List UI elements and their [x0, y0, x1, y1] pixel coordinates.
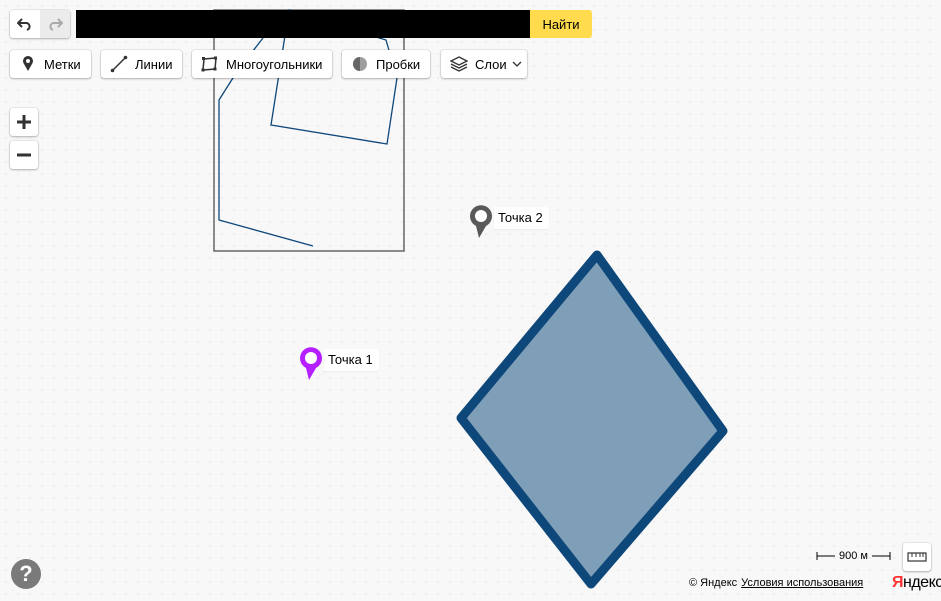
- polygons-tool-label: Многоугольники: [226, 56, 323, 72]
- traffic-tool-label: Пробки: [376, 56, 421, 72]
- scale-right-tick-icon: [871, 552, 891, 560]
- layers-tool-label: Слои: [475, 56, 507, 72]
- placemark-icon: [18, 54, 38, 74]
- redo-button[interactable]: [40, 10, 70, 38]
- lines-tool-button[interactable]: Линии: [101, 50, 182, 78]
- undo-button[interactable]: [10, 10, 40, 38]
- zoom-in-button[interactable]: [10, 108, 38, 136]
- placemarks-tool-label: Метки: [44, 56, 81, 72]
- chevron-down-icon: [512, 61, 522, 67]
- redo-arrow-icon: [49, 18, 63, 31]
- undo-redo-group: [10, 10, 70, 38]
- search-input[interactable]: [76, 10, 530, 38]
- layers-tool-button[interactable]: Слои: [441, 50, 527, 78]
- ruler-button[interactable]: [903, 543, 931, 571]
- logo-first-letter: Я: [892, 574, 904, 591]
- layers-icon: [449, 54, 469, 74]
- scale-label: 900 м: [839, 550, 868, 562]
- copyright-text: © Яндекс: [689, 577, 738, 589]
- line-icon: [109, 54, 129, 74]
- polygon-icon: [200, 54, 220, 74]
- logo-rest: ндекс: [903, 574, 941, 591]
- scale-bar: 900 м: [816, 550, 891, 562]
- traffic-icon: [350, 54, 370, 74]
- plus-icon: [17, 115, 31, 129]
- help-button[interactable]: ?: [11, 559, 41, 589]
- zoom-out-button[interactable]: [10, 141, 38, 169]
- map-rectangle[interactable]: [213, 9, 405, 252]
- placemark-2-label[interactable]: Точка 2: [494, 207, 549, 229]
- copyright-notice: © Яндекс Условия использования: [689, 577, 863, 589]
- placemark-1-label[interactable]: Точка 1: [324, 349, 379, 371]
- terms-link[interactable]: Условия использования: [741, 577, 863, 589]
- traffic-tool-button[interactable]: Пробки: [342, 50, 430, 78]
- yandex-logo[interactable]: Яндекс: [892, 574, 941, 592]
- map-diamond-polygon[interactable]: [456, 250, 728, 589]
- lines-tool-label: Линии: [135, 56, 173, 72]
- search-button[interactable]: Найти: [530, 10, 592, 38]
- map-canvas[interactable]: [0, 0, 941, 601]
- scale-left-tick-icon: [816, 552, 835, 560]
- ruler-icon: [907, 552, 927, 562]
- minus-icon: [17, 153, 31, 157]
- placemarks-tool-button[interactable]: Метки: [10, 50, 91, 78]
- undo-arrow-icon: [17, 18, 31, 31]
- polygons-tool-button[interactable]: Многоугольники: [192, 50, 332, 78]
